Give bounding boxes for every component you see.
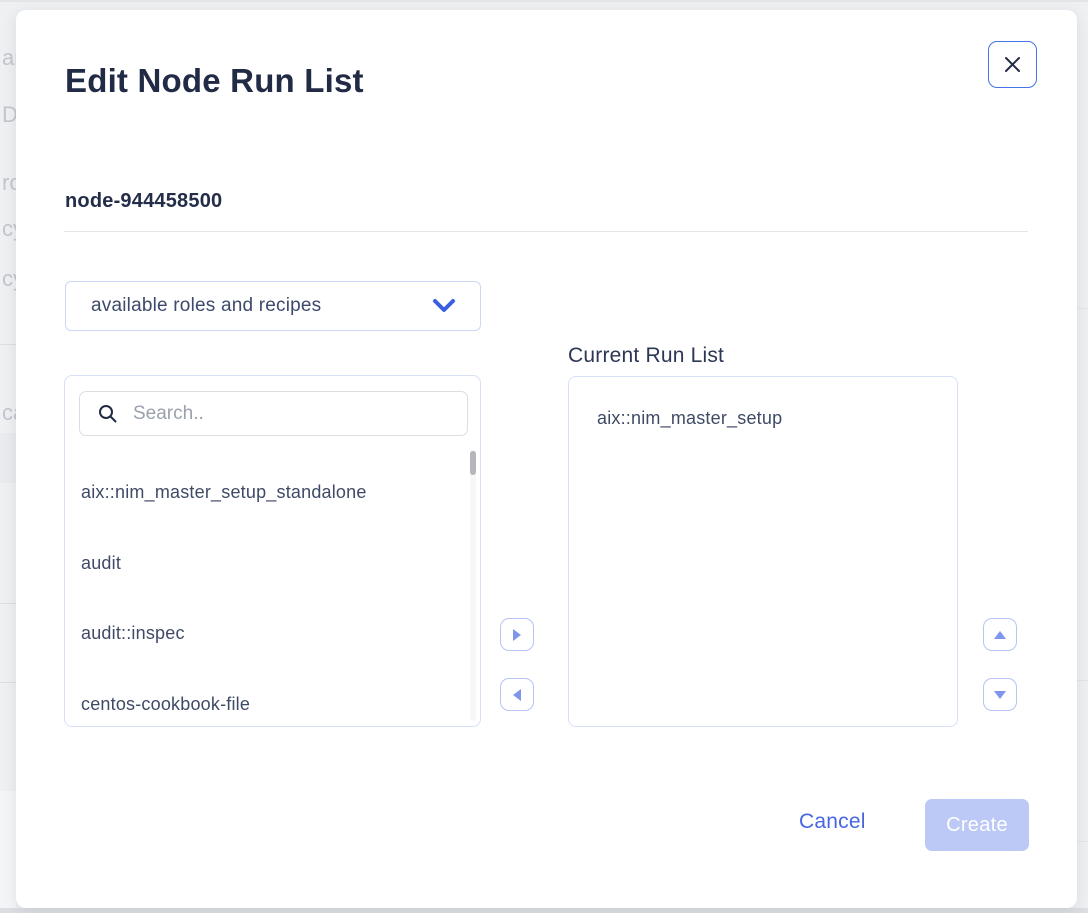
triangle-right-icon [513, 629, 521, 641]
list-item[interactable]: centos-cookbook-file [81, 694, 461, 715]
list-item[interactable]: aix::nim_master_setup [597, 408, 782, 429]
list-item[interactable]: audit::inspec [81, 623, 461, 644]
backdrop-top-border [0, 0, 1088, 2]
cancel-button[interactable]: Cancel [799, 810, 866, 834]
current-run-listbox: aix::nim_master_setup [568, 376, 958, 727]
current-run-list-heading: Current Run List [568, 344, 724, 368]
divider [64, 231, 1028, 232]
roles-recipes-dropdown[interactable]: available roles and recipes [65, 281, 481, 331]
search-input[interactable] [133, 403, 455, 425]
edit-node-run-list-dialog: Edit Node Run List node-944458500 availa… [16, 10, 1077, 908]
triangle-left-icon [513, 689, 521, 701]
backdrop-divider [0, 682, 16, 683]
move-down-button[interactable] [983, 678, 1017, 711]
backdrop-bottom-strip [0, 908, 1088, 913]
backdrop-block [0, 791, 16, 908]
scrollbar-thumb[interactable] [470, 451, 476, 475]
node-name-label: node-944458500 [65, 190, 222, 213]
search-box[interactable] [79, 391, 468, 436]
triangle-down-icon [994, 691, 1006, 699]
screen: are DE ro cy cy ca Edit Node Run List no… [0, 0, 1088, 913]
list-item[interactable]: aix::nim_master_setup_standalone [81, 482, 461, 503]
backdrop-divider [0, 603, 16, 604]
triangle-up-icon [994, 631, 1006, 639]
create-button[interactable]: Create [925, 799, 1029, 851]
backdrop-block [0, 433, 16, 483]
close-button[interactable] [988, 41, 1037, 88]
backdrop-divider [1077, 841, 1088, 842]
backdrop-divider [1077, 308, 1088, 309]
move-right-button[interactable] [500, 618, 534, 651]
move-up-button[interactable] [983, 618, 1017, 651]
move-left-button[interactable] [500, 678, 534, 711]
scrollbar[interactable] [470, 449, 476, 721]
dropdown-selected-value: available roles and recipes [91, 295, 432, 317]
list-item[interactable]: audit [81, 553, 461, 574]
search-icon [98, 404, 117, 423]
close-icon [1004, 56, 1021, 73]
dialog-title: Edit Node Run List [65, 62, 364, 100]
backdrop-divider [1077, 680, 1088, 681]
backdrop-divider [0, 344, 16, 345]
chevron-down-icon [432, 298, 456, 314]
available-items-listbox: aix::nim_master_setup_standalone audit a… [64, 375, 481, 727]
